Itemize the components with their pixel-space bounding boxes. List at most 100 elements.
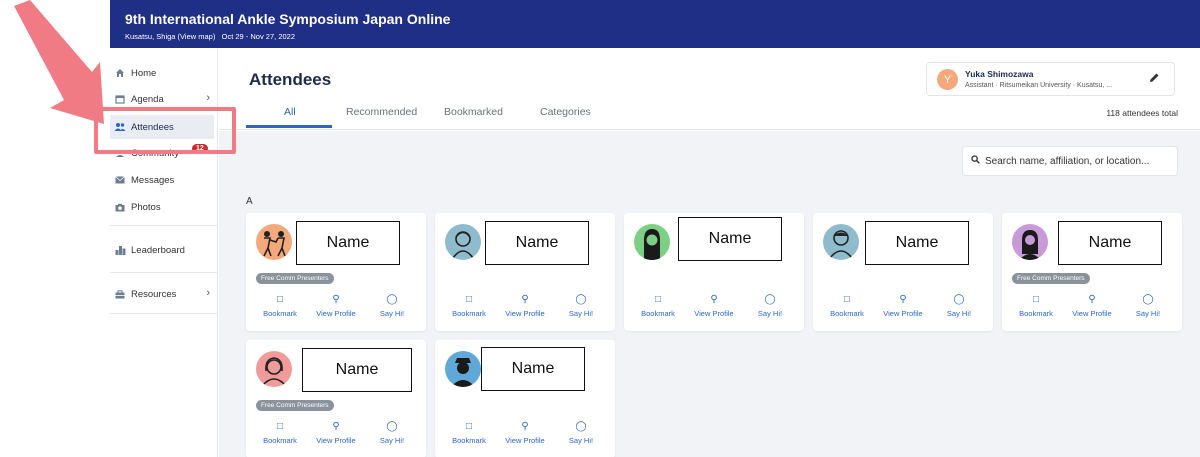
sidebar-item-photos[interactable]: Photos: [110, 195, 218, 219]
say-hi-button[interactable]: ◯ Say Hi!: [553, 293, 609, 318]
event-location: Kusatsu, Shiga: [125, 32, 176, 41]
category-tag: Free Comm Presenters: [256, 273, 334, 284]
person-icon: ⚲: [710, 294, 718, 305]
attendee-list-area: Search name, affiliation, or location...…: [219, 131, 1200, 457]
bookmark-button[interactable]: □ Bookmark: [630, 293, 686, 318]
event-subtitle: Kusatsu, Shiga (View map) Oct 29 - Nov 2…: [125, 32, 295, 41]
leaderboard-icon: [114, 244, 126, 256]
view-profile-button[interactable]: ⚲ View Profile: [497, 293, 553, 318]
sidebar-item-label: Photos: [131, 201, 161, 213]
sidebar-item-resources[interactable]: Resources ›: [110, 282, 218, 306]
view-profile-button[interactable]: ⚲ View Profile: [875, 293, 931, 318]
category-tag: Free Comm Presenters: [256, 400, 334, 411]
bookmark-button[interactable]: □ Bookmark: [441, 293, 497, 318]
person-icon: ⚲: [899, 294, 907, 305]
sidebar-item-label: Home: [131, 67, 157, 79]
attendee-card[interactable]: Name Free Comm Presenters □ Bookmark ⚲ Vie…: [1002, 213, 1182, 331]
event-dates: Oct 29 - Nov 27, 2022: [221, 32, 295, 41]
say-hi-button[interactable]: ◯ Say Hi!: [364, 293, 420, 318]
attendee-count: 118 attendees total: [1106, 108, 1178, 118]
avatar: [445, 351, 481, 387]
bookmark-button[interactable]: □ Bookmark: [252, 420, 308, 445]
name-box: Name: [485, 221, 589, 265]
sidebar-item-label: Messages: [131, 174, 175, 186]
current-user-card[interactable]: Y Yuka Shimozawa Assistant · Ritsumeikan…: [926, 62, 1175, 96]
name-box: Name: [1058, 221, 1162, 265]
category-tag: Free Comm Presenters: [1012, 273, 1090, 284]
bookmark-button[interactable]: □ Bookmark: [252, 293, 308, 318]
sidebar-item-messages[interactable]: Messages: [110, 168, 218, 192]
person-icon: ⚲: [1088, 294, 1096, 305]
view-profile-button[interactable]: ⚲ View Profile: [1064, 293, 1120, 318]
attendee-card[interactable]: Name □ Bookmark ⚲ View Profile ◯ Say Hi!: [435, 213, 615, 331]
envelope-icon: [114, 174, 126, 186]
view-profile-button[interactable]: ⚲ View Profile: [686, 293, 742, 318]
search-placeholder: Search name, affiliation, or location...: [985, 155, 1150, 167]
sidebar-divider: [110, 225, 218, 226]
bookmark-button[interactable]: □ Bookmark: [819, 293, 875, 318]
sidebar-item-leaderboard[interactable]: Leaderboard: [110, 238, 218, 262]
name-box: Name: [296, 221, 400, 265]
briefcase-icon: [114, 288, 126, 300]
tab-all[interactable]: All: [284, 106, 296, 118]
attendee-card[interactable]: Name Free Comm Presenters □ Bookmark ⚲ Vie…: [246, 340, 426, 457]
chat-bubble-icon: ◯: [953, 294, 965, 305]
event-title: 9th International Ankle Symposium Japan …: [125, 11, 451, 27]
bookmark-icon: □: [654, 294, 662, 305]
attendee-card[interactable]: Name Free Comm Presenters □ Bookmark ⚲ Vie…: [246, 213, 426, 331]
chat-bubble-icon: ◯: [575, 294, 587, 305]
tab-recommended[interactable]: Recommended: [346, 106, 417, 118]
avatar: [634, 224, 670, 260]
page-title: Attendees: [249, 70, 332, 89]
attendee-card[interactable]: Name □ Bookmark ⚲ View Profile ◯ Say Hi!: [813, 213, 993, 331]
sidebar-item-label: Leaderboard: [131, 244, 185, 256]
search-input[interactable]: Search name, affiliation, or location...: [962, 146, 1178, 176]
avatar: [256, 224, 292, 260]
view-profile-button[interactable]: ⚲ View Profile: [308, 420, 364, 445]
view-profile-button[interactable]: ⚲ View Profile: [497, 420, 553, 445]
avatar: Y: [937, 69, 958, 90]
camera-icon: [114, 201, 126, 213]
chevron-right-icon: ›: [206, 287, 210, 299]
tab-categories[interactable]: Categories: [540, 106, 591, 118]
say-hi-button[interactable]: ◯ Say Hi!: [1120, 293, 1176, 318]
avatar: [823, 224, 859, 260]
say-hi-button[interactable]: ◯ Say Hi!: [742, 293, 798, 318]
say-hi-button[interactable]: ◯ Say Hi!: [364, 420, 420, 445]
say-hi-button[interactable]: ◯ Say Hi!: [931, 293, 987, 318]
chat-bubble-icon: ◯: [1142, 294, 1154, 305]
avatar: [1012, 224, 1048, 260]
sidebar-item-home[interactable]: Home: [110, 61, 218, 85]
attendee-card[interactable]: Name □ Bookmark ⚲ View Profile ◯ Say Hi!: [624, 213, 804, 331]
tab-bookmarked[interactable]: Bookmarked: [444, 106, 503, 118]
sidebar-divider: [110, 272, 218, 273]
bookmark-button[interactable]: □ Bookmark: [441, 420, 497, 445]
pencil-icon[interactable]: [1149, 72, 1160, 86]
bookmark-icon: □: [465, 421, 473, 432]
view-map-link[interactable]: (View map): [178, 32, 216, 41]
say-hi-button[interactable]: ◯ Say Hi!: [553, 420, 609, 445]
sidebar-divider: [110, 313, 218, 314]
annotation-highlight-box: [94, 107, 236, 154]
chat-bubble-icon: ◯: [386, 421, 398, 432]
view-profile-button[interactable]: ⚲ View Profile: [308, 293, 364, 318]
chat-bubble-icon: ◯: [386, 294, 398, 305]
user-role: Assistant · Ritsumeikan University · Kus…: [965, 82, 1113, 89]
sidebar-item-label: Agenda: [131, 93, 164, 105]
bookmark-icon: □: [276, 294, 284, 305]
avatar: [256, 351, 292, 387]
bookmark-button[interactable]: □ Bookmark: [1008, 293, 1064, 318]
chevron-right-icon: ›: [206, 92, 210, 104]
bookmark-icon: □: [465, 294, 473, 305]
person-icon: ⚲: [521, 294, 529, 305]
attendee-card[interactable]: Name □ Bookmark ⚲ View Profile ◯ Say Hi!: [435, 340, 615, 457]
chat-bubble-icon: ◯: [764, 294, 776, 305]
event-header: 9th International Ankle Symposium Japan …: [110, 0, 1200, 48]
bookmark-icon: □: [276, 421, 284, 432]
person-icon: ⚲: [332, 294, 340, 305]
chat-bubble-icon: ◯: [575, 421, 587, 432]
name-box: Name: [481, 347, 585, 391]
sidebar-item-label: Resources: [131, 288, 177, 300]
bookmark-icon: □: [1032, 294, 1040, 305]
bookmark-icon: □: [843, 294, 851, 305]
